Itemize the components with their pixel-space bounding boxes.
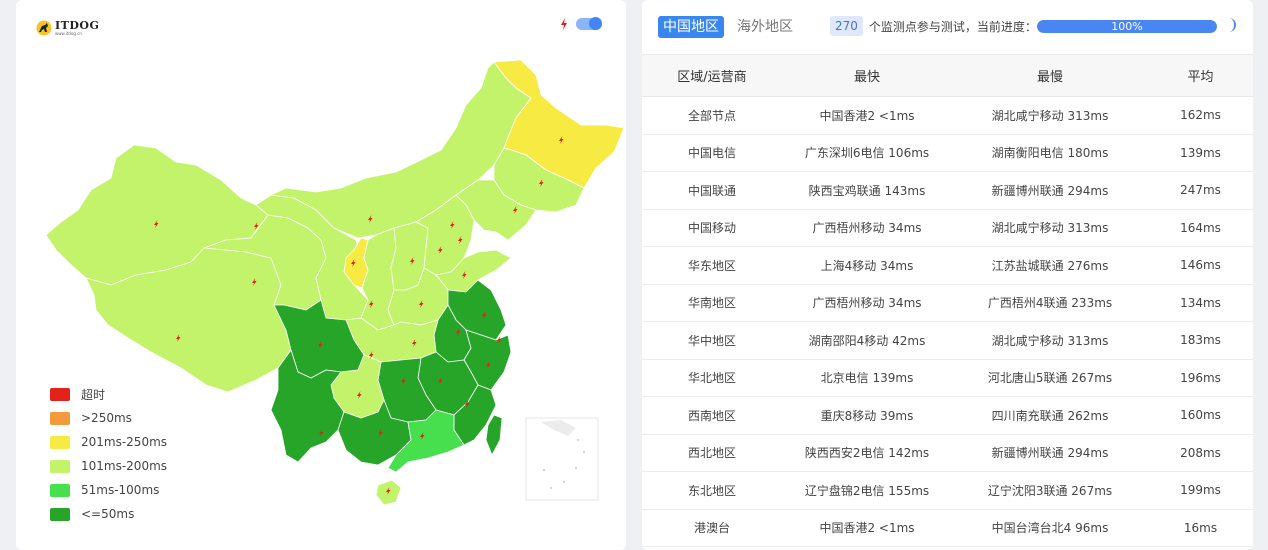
table-row: 东北地区 辽宁盘锦2电信 155ms 辽宁沈阳3联通 267ms 199ms [642, 471, 1253, 510]
latency-map-panel: ITDOG www.itdog.cn 超时 >250ms 201ms-250ms… [16, 0, 626, 550]
probe-count-badge: 270 [830, 16, 863, 36]
cell-region: 华南地区 [642, 284, 782, 322]
legend-item[interactable]: 超时 [50, 382, 167, 406]
progress-caption: 个监测点参与测试，当前进度： [868, 19, 1037, 34]
table-header-row: 区域/运营商 最快 最慢 平均 [642, 54, 1253, 97]
cell-region: 西南地区 [642, 396, 782, 435]
cell-slowest: 辽宁沈阳3联通 267ms [952, 471, 1148, 510]
cell-average: 139ms [1148, 134, 1253, 172]
cell-fastest: 陕西西安2电信 142ms [782, 434, 952, 472]
legend-item[interactable]: >250ms [50, 406, 167, 430]
legend-label: 超时 [81, 387, 106, 402]
legend-item[interactable]: 201ms-250ms [50, 430, 167, 454]
cell-average: 196ms [1148, 359, 1253, 397]
cell-fastest: 重庆8移动 39ms [782, 396, 952, 435]
table-row: 中国联通 陕西宝鸡联通 143ms 新疆博州联通 294ms 247ms [642, 171, 1253, 210]
cell-fastest: 中国香港2 <1ms [782, 96, 952, 135]
map-legend: 超时 >250ms 201ms-250ms 101ms-200ms 51ms-100ms… [50, 382, 167, 526]
legend-label: 101ms-200ms [81, 459, 168, 473]
table-row: 西北地区 陕西西安2电信 142ms 新疆博州联通 294ms 208ms [642, 434, 1253, 472]
cell-slowest: 中国台湾台北4 96ms [952, 509, 1148, 547]
cell-slowest: 新疆博州联通 294ms [952, 171, 1148, 210]
cell-region: 华中地区 [642, 321, 782, 360]
cell-slowest: 湖南衡阳电信 180ms [952, 134, 1148, 172]
cell-fastest: 辽宁盘锦2电信 155ms [782, 471, 952, 510]
table-row: 华北地区 北京电信 139ms 河北唐山5联通 267ms 196ms [642, 359, 1253, 397]
cell-region: 华北地区 [642, 359, 782, 397]
cell-region: 华东地区 [642, 246, 782, 285]
legend-label: <=50ms [81, 507, 135, 521]
cell-average: 162ms [1148, 96, 1253, 135]
column-header-slowest: 最慢 [952, 54, 1148, 97]
loading-spinner-icon [1226, 18, 1236, 32]
legend-swatch [50, 507, 70, 521]
table-row: 全部节点 中国香港2 <1ms 湖北咸宁移动 313ms 162ms [642, 96, 1253, 135]
cell-average: 199ms [1148, 471, 1253, 510]
south-china-sea-inset [525, 417, 599, 501]
cell-region: 全部节点 [642, 96, 782, 135]
cell-slowest: 新疆博州联通 294ms [952, 434, 1148, 472]
legend-swatch [50, 435, 70, 449]
table-row: 港澳台 中国香港2 <1ms 中国台湾台北4 96ms 16ms [642, 509, 1253, 547]
cell-region: 中国联通 [642, 171, 782, 210]
legend-label: 51ms-100ms [81, 483, 160, 497]
cell-average: 134ms [1148, 284, 1253, 322]
cell-fastest: 北京电信 139ms [782, 359, 952, 397]
table-row: 华东地区 上海4移动 34ms 江苏盐城联通 276ms 146ms [642, 246, 1253, 285]
cell-slowest: 河北唐山5联通 267ms [952, 359, 1148, 397]
cell-region: 港澳台 [642, 509, 782, 547]
region-tabs: 中国地区 海外地区 [658, 16, 798, 38]
cell-fastest: 陕西宝鸡联通 143ms [782, 171, 952, 210]
latency-stats-table: 区域/运营商 最快 最慢 平均 全部节点 中国香港2 <1ms 湖北咸宁移动 313… [642, 54, 1253, 547]
cell-slowest: 湖北咸宁移动 313ms [952, 321, 1148, 360]
table-row: 西南地区 重庆8移动 39ms 四川南充联通 262ms 160ms [642, 396, 1253, 435]
cell-region: 东北地区 [642, 471, 782, 510]
table-row: 中国移动 广西梧州移动 34ms 湖北咸宁移动 313ms 164ms [642, 209, 1253, 247]
legend-swatch [50, 387, 70, 401]
legend-label: 201ms-250ms [81, 435, 168, 449]
cell-slowest: 湖北咸宁移动 313ms [952, 209, 1148, 247]
legend-label: >250ms [81, 411, 132, 425]
stats-panel: 中国地区 海外地区 270 个监测点参与测试，当前进度： 100% 区域/运营商… [642, 0, 1253, 550]
progress-label: 100% [1111, 20, 1143, 33]
column-header-region: 区域/运营商 [642, 54, 782, 97]
legend-swatch [50, 483, 70, 497]
tab-overseas[interactable]: 海外地区 [732, 16, 798, 38]
cell-fastest: 上海4移动 34ms [782, 246, 952, 285]
cell-region: 中国电信 [642, 134, 782, 172]
cell-fastest: 广西梧州移动 34ms [782, 284, 952, 322]
table-row: 华南地区 广西梧州移动 34ms 广西梧州4联通 233ms 134ms [642, 284, 1253, 322]
column-header-average: 平均 [1148, 54, 1253, 97]
legend-item[interactable]: 101ms-200ms [50, 454, 167, 478]
cell-average: 160ms [1148, 396, 1253, 435]
progress-bar: 100% [1037, 20, 1217, 33]
legend-swatch [50, 459, 70, 473]
cell-average: 183ms [1148, 321, 1253, 360]
table-row: 中国电信 广东深圳6电信 106ms 湖南衡阳电信 180ms 139ms [642, 134, 1253, 172]
cell-fastest: 广东深圳6电信 106ms [782, 134, 952, 172]
table-row: 华中地区 湖南邵阳4移动 42ms 湖北咸宁移动 313ms 183ms [642, 321, 1253, 360]
cell-slowest: 广西梧州4联通 233ms [952, 284, 1148, 322]
cell-fastest: 广西梧州移动 34ms [782, 209, 952, 247]
cell-average: 247ms [1148, 171, 1253, 210]
tab-china[interactable]: 中国地区 [658, 16, 724, 38]
column-header-fastest: 最快 [782, 54, 952, 97]
cell-average: 146ms [1148, 246, 1253, 285]
cell-average: 208ms [1148, 434, 1253, 472]
cell-fastest: 湖南邵阳4移动 42ms [782, 321, 952, 360]
legend-swatch [50, 411, 70, 425]
cell-slowest: 江苏盐城联通 276ms [952, 246, 1148, 285]
cell-average: 164ms [1148, 209, 1253, 247]
cell-region: 西北地区 [642, 434, 782, 472]
cell-region: 中国移动 [642, 209, 782, 247]
cell-slowest: 四川南充联通 262ms [952, 396, 1148, 435]
legend-item[interactable]: <=50ms [50, 502, 167, 526]
cell-slowest: 湖北咸宁移动 313ms [952, 96, 1148, 135]
legend-item[interactable]: 51ms-100ms [50, 478, 167, 502]
cell-average: 16ms [1148, 509, 1253, 547]
cell-fastest: 中国香港2 <1ms [782, 509, 952, 547]
